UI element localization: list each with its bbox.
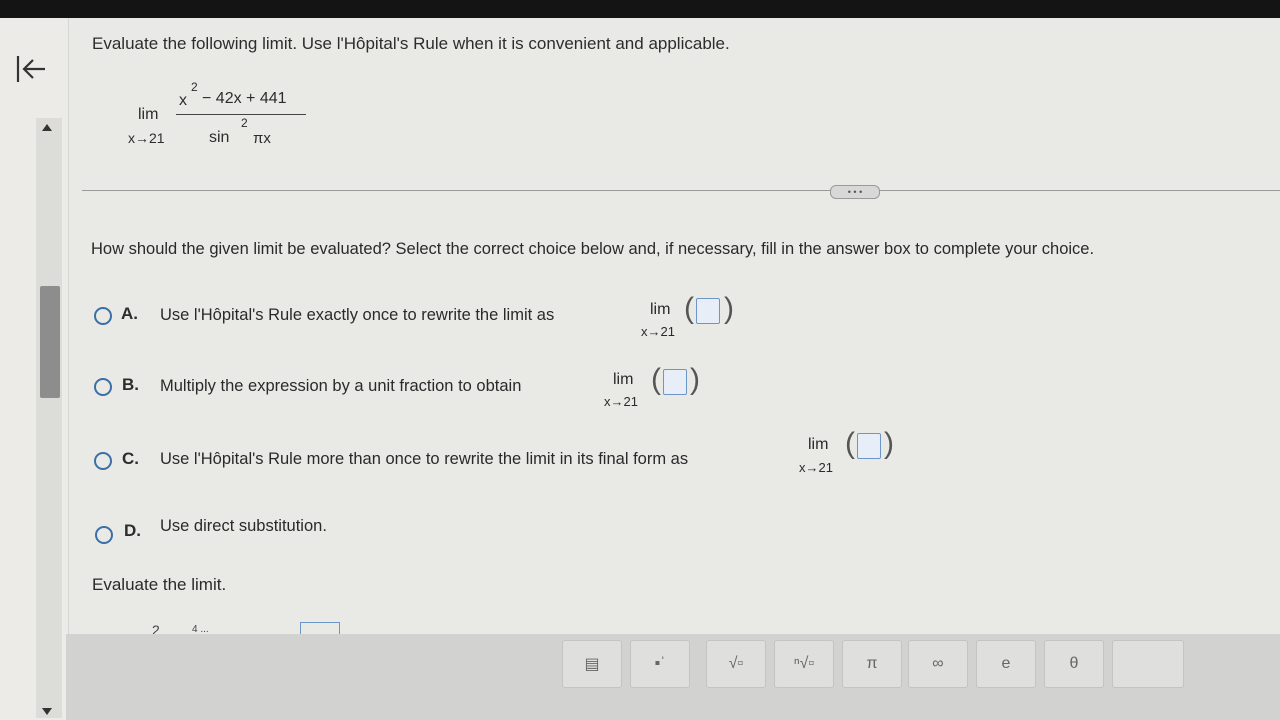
choice-c-approach: x→21 [799, 460, 833, 475]
choice-a-text: Use l'Hôpital's Rule exactly once to rew… [160, 306, 555, 324]
choice-c-lim: lim [808, 436, 829, 453]
radio-choice-b[interactable] [94, 378, 112, 396]
nth-root-icon: ⁿ√▫ [793, 655, 815, 672]
nth-root-tool-button[interactable]: ⁿ√▫ [774, 640, 834, 688]
choice-a-lim: lim [650, 301, 671, 318]
radio-choice-c[interactable] [94, 452, 112, 470]
top-bar [0, 0, 1280, 18]
collapse-left-icon[interactable] [14, 52, 48, 86]
choice-a-letter: A. [121, 304, 138, 323]
theta-tool-button[interactable]: θ [1044, 640, 1104, 688]
choice-prompt: How should the given limit be evaluated?… [91, 240, 1095, 258]
choice-c-letter: C. [122, 449, 139, 468]
exponent-tool-button[interactable]: ▪ˈ [630, 640, 690, 688]
choice-b-lim: lim [613, 371, 634, 388]
radio-choice-d[interactable] [95, 526, 113, 544]
choice-c-left-paren: ( [845, 427, 855, 460]
limit-approach: x→21 [128, 130, 165, 146]
radio-choice-a[interactable] [94, 307, 112, 325]
numerator-rest: − 42x + 441 [202, 90, 287, 107]
fraction-tool-button[interactable]: ▤ [562, 640, 622, 688]
denominator-function: sin [209, 129, 230, 146]
choice-d-letter: D. [124, 521, 141, 540]
scrollbar-track[interactable] [36, 118, 62, 718]
pi-icon: π [866, 655, 878, 672]
fraction-icon: ▤ [584, 656, 600, 673]
choice-a-left-paren: ( [684, 292, 694, 325]
scroll-down-arrow-icon[interactable] [42, 708, 52, 715]
choice-b-approach: x→21 [604, 394, 638, 409]
more-tools-button[interactable] [1112, 640, 1184, 688]
choice-d-text: Use direct substitution. [160, 517, 327, 535]
question-instruction: Evaluate the following limit. Use l'Hôpi… [92, 34, 730, 53]
choice-c-answer-box[interactable] [857, 433, 881, 459]
choice-c-right-paren: ) [884, 427, 894, 460]
choice-b-right-paren: ) [690, 363, 700, 396]
euler-e-tool-button[interactable]: e [976, 640, 1036, 688]
infinity-tool-button[interactable]: ∞ [908, 640, 968, 688]
limit-label: lim [138, 106, 159, 123]
section-divider [82, 190, 1280, 191]
choice-b-letter: B. [122, 375, 139, 394]
fraction-bar [176, 114, 306, 115]
choice-b-text: Multiply the expression by a unit fracti… [160, 377, 522, 395]
denominator-exponent: 2 [241, 116, 248, 130]
choice-a-right-paren: ) [724, 292, 734, 325]
scrollbar-thumb[interactable] [40, 286, 60, 398]
sqrt-icon: √▫ [728, 655, 744, 672]
choice-b-left-paren: ( [651, 363, 661, 396]
theta-icon: θ [1069, 655, 1079, 672]
choice-c-text: Use l'Hôpital's Rule more than once to r… [160, 450, 689, 468]
scroll-up-arrow-icon[interactable] [42, 124, 52, 131]
sqrt-tool-button[interactable]: √▫ [706, 640, 766, 688]
denominator-argument: πx [253, 130, 271, 147]
numerator-base: x [179, 92, 187, 109]
choice-a-approach: x→21 [641, 324, 675, 339]
choice-b-answer-box[interactable] [663, 369, 687, 395]
numerator-exponent: 2 [191, 80, 198, 94]
pi-tool-button[interactable]: π [842, 640, 902, 688]
choice-a-answer-box[interactable] [696, 298, 720, 324]
evaluate-limit-label: Evaluate the limit. [92, 575, 227, 594]
infinity-icon: ∞ [932, 655, 944, 672]
more-options-button[interactable]: • • • [830, 185, 880, 199]
exponent-icon: ▪ˈ [654, 655, 666, 672]
euler-e-icon: e [1001, 655, 1011, 672]
